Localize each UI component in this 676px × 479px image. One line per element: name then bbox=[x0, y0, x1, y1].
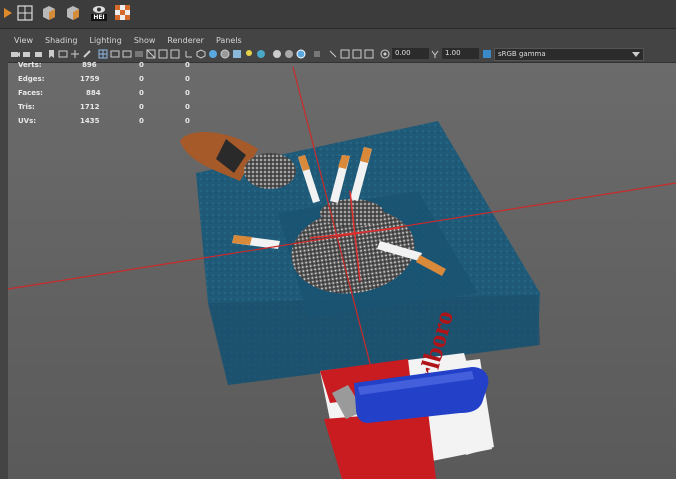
hud-value: 0 bbox=[139, 103, 144, 111]
image-plane-icon[interactable] bbox=[58, 49, 68, 59]
shadows-icon[interactable] bbox=[256, 49, 266, 59]
safe-action-icon[interactable] bbox=[158, 49, 168, 59]
cube-cut-icon[interactable] bbox=[64, 4, 82, 22]
menu-renderer[interactable]: Renderer bbox=[167, 36, 204, 45]
hud-label: Tris: bbox=[18, 103, 35, 111]
hud-value: 0 bbox=[185, 89, 190, 97]
hud-value: 1435 bbox=[80, 117, 100, 125]
camera-lock-icon[interactable] bbox=[22, 49, 32, 59]
gamma-field[interactable]: 1.00 bbox=[442, 48, 479, 59]
xray-icon[interactable] bbox=[272, 49, 282, 59]
textured-icon[interactable] bbox=[232, 49, 242, 59]
hud-value: 1712 bbox=[80, 103, 100, 111]
camera-icon[interactable] bbox=[10, 49, 20, 59]
hud-value: 0 bbox=[185, 61, 190, 69]
bookmark-icon[interactable] bbox=[46, 49, 56, 59]
color-management-icon[interactable] bbox=[482, 49, 492, 59]
xray-active-icon[interactable] bbox=[296, 49, 306, 59]
hud-label: UVs: bbox=[18, 117, 37, 125]
menu-lighting[interactable]: Lighting bbox=[89, 36, 121, 45]
eye-icon bbox=[93, 6, 105, 13]
wireframe-icon[interactable] bbox=[196, 49, 206, 59]
top-toolbar: HEI bbox=[0, 0, 676, 29]
hei-label: HEI bbox=[91, 14, 107, 21]
hud-value: 0 bbox=[139, 75, 144, 83]
isolate-icon[interactable] bbox=[328, 49, 338, 59]
hud-value: 0 bbox=[139, 117, 144, 125]
film-gate-icon[interactable] bbox=[110, 49, 120, 59]
hud-value: 0 bbox=[139, 61, 144, 69]
axes-icon[interactable] bbox=[184, 49, 194, 59]
menu-panels[interactable]: Panels bbox=[216, 36, 242, 45]
colorspace-value: sRGB gamma bbox=[498, 50, 546, 58]
grid-icon[interactable] bbox=[98, 49, 108, 59]
hud-value: 0 bbox=[185, 103, 190, 111]
hud-value: 0 bbox=[185, 117, 190, 125]
xray-joints-icon[interactable] bbox=[284, 49, 294, 59]
panel-menubar: View Shading Lighting Show Renderer Pane… bbox=[8, 34, 676, 47]
panel-iconbar: 0.00 1.00 sRGB gamma bbox=[8, 47, 676, 63]
motion-blur-icon[interactable] bbox=[352, 49, 362, 59]
hud-value: 1759 bbox=[80, 75, 100, 83]
wire-on-shaded-icon[interactable] bbox=[220, 49, 230, 59]
safe-title-icon[interactable] bbox=[170, 49, 180, 59]
lights-icon[interactable] bbox=[244, 49, 254, 59]
field-chart-icon[interactable] bbox=[146, 49, 156, 59]
hud-label: Edges: bbox=[18, 75, 45, 83]
hud-value: 896 bbox=[82, 61, 97, 69]
grease-pencil-icon[interactable] bbox=[82, 49, 92, 59]
gamma-icon[interactable] bbox=[430, 49, 440, 59]
resolution-gate-icon[interactable] bbox=[122, 49, 132, 59]
gate-mask-icon[interactable] bbox=[134, 49, 144, 59]
hud-value: 0 bbox=[139, 89, 144, 97]
menu-shading[interactable]: Shading bbox=[45, 36, 78, 45]
multisample-icon[interactable] bbox=[364, 49, 374, 59]
hud-value: 884 bbox=[86, 89, 101, 97]
scene-render: Marlboro bbox=[8, 66, 676, 479]
pan-zoom-icon[interactable] bbox=[70, 49, 80, 59]
hud-label: Verts: bbox=[18, 61, 42, 69]
exposure-field[interactable]: 0.00 bbox=[392, 48, 429, 59]
exposure-icon[interactable] bbox=[380, 49, 390, 59]
colorspace-select[interactable]: sRGB gamma bbox=[494, 48, 644, 61]
menu-show[interactable]: Show bbox=[134, 36, 156, 45]
hei-toggle-button[interactable]: HEI bbox=[88, 4, 110, 22]
backface-icon[interactable] bbox=[312, 49, 322, 59]
camera-attr-icon[interactable] bbox=[34, 49, 44, 59]
chevron-down-icon bbox=[632, 52, 640, 57]
hud-value: 0 bbox=[185, 75, 190, 83]
cube-icon[interactable] bbox=[40, 4, 58, 22]
ssao-icon[interactable] bbox=[340, 49, 350, 59]
hud-label: Faces: bbox=[18, 89, 43, 97]
smooth-shade-icon[interactable] bbox=[208, 49, 218, 59]
3d-viewport[interactable]: Marlboro bbox=[8, 63, 676, 479]
checker-icon[interactable] bbox=[114, 4, 132, 22]
grid-layout-icon[interactable] bbox=[16, 4, 34, 22]
menu-view[interactable]: View bbox=[14, 36, 33, 45]
